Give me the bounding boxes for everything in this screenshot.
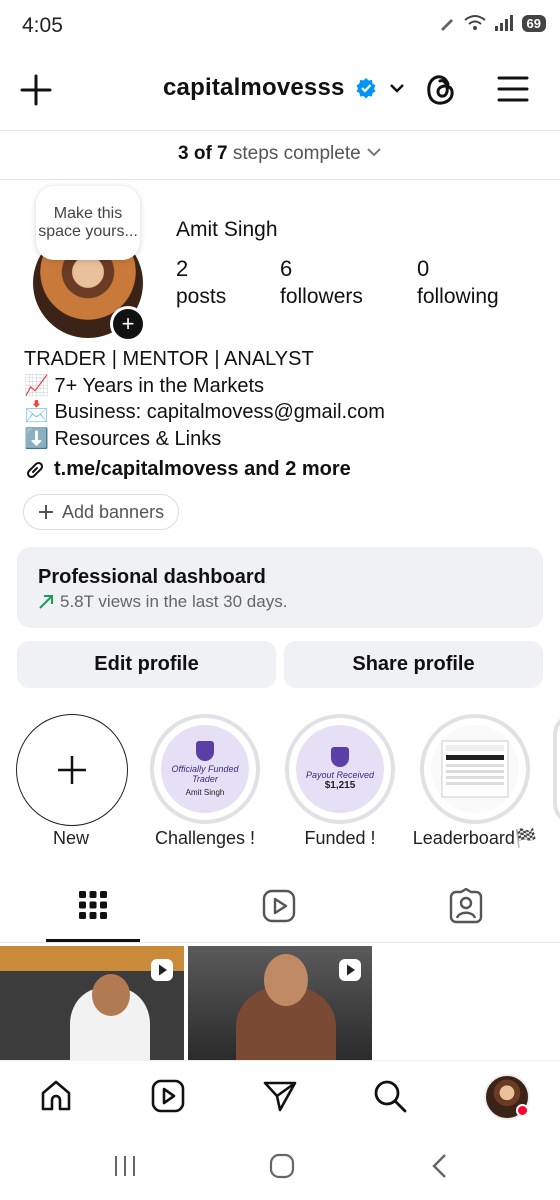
chevron-down-icon — [389, 84, 404, 93]
bio-line: 📈 7+ Years in the Markets — [24, 374, 265, 397]
grid-tab-icon[interactable] — [78, 890, 108, 920]
highlight-challenges[interactable]: Officially Funded Trader Amit Singh — [150, 714, 260, 824]
bio: TRADER | MENTOR | ANALYST 📈 7+ Years in … — [24, 346, 385, 452]
steps-text: steps complete — [232, 143, 361, 164]
reels-icon[interactable] — [150, 1078, 186, 1114]
post-face — [264, 954, 308, 1006]
post-thumbnail[interactable] — [188, 946, 372, 1060]
avatar-tooltip: Make this space yours... — [36, 186, 140, 260]
reels-tab-icon[interactable] — [262, 889, 296, 923]
highlight-cover: Payout Received $1,215 — [296, 725, 384, 813]
bio-link[interactable]: t.me/capitalmovess and 2 more — [24, 458, 351, 481]
stat-label: posts — [176, 285, 227, 308]
stat-following[interactable]: 0 following — [417, 256, 499, 312]
home-button-icon[interactable] — [268, 1152, 296, 1180]
bio-line: TRADER | MENTOR | ANALYST — [24, 348, 314, 370]
edit-profile-button[interactable]: Edit profile — [17, 641, 276, 688]
highlight-label: Leaderboard🏁 — [412, 828, 538, 848]
stat-count: 6 — [280, 256, 293, 281]
bio-line: ⬇️ Resources & Links — [24, 427, 222, 450]
tagged-tab-icon[interactable] — [448, 888, 484, 924]
shield-icon — [196, 741, 214, 761]
username: capitalmovesss — [163, 74, 345, 101]
cover-text: Payout Received — [305, 770, 375, 780]
verified-badge-icon — [356, 78, 376, 99]
reel-icon — [151, 959, 173, 981]
cover-amount: $1,215 — [324, 780, 356, 791]
profile-name: Amit Singh — [176, 218, 278, 241]
link-text: t.me/capitalmovess and 2 more — [54, 458, 351, 480]
create-plus-icon[interactable] — [18, 72, 54, 108]
status-time: 4:05 — [22, 14, 63, 37]
stat-posts[interactable]: 2 posts — [176, 256, 226, 312]
header-divider — [0, 130, 560, 131]
wifi-icon — [463, 15, 486, 30]
back-icon[interactable] — [428, 1152, 452, 1180]
highlight-label: Challenges ! — [154, 828, 256, 848]
search-icon[interactable] — [372, 1078, 408, 1114]
tabs-divider — [0, 942, 560, 943]
recent-apps-icon[interactable] — [112, 1154, 138, 1178]
chevron-down-icon — [367, 148, 381, 157]
cover-text: Officially Funded Trader — [171, 764, 239, 784]
account-switcher[interactable]: capitalmovesss — [163, 74, 407, 102]
signal-icon — [494, 15, 513, 31]
profile-setup-progress[interactable]: 3 of 7 steps complete — [0, 143, 560, 165]
new-highlight-button[interactable] — [16, 714, 128, 826]
dashboard-title: Professional dashboard — [38, 566, 266, 588]
add-banners-button[interactable]: Add banners — [23, 494, 180, 530]
highlight-partial[interactable] — [553, 714, 560, 824]
steps-done: 3 of 7 — [178, 143, 228, 164]
highlight-funded[interactable]: Payout Received $1,215 — [285, 714, 395, 824]
reel-icon — [339, 959, 361, 981]
steps-divider — [0, 179, 560, 180]
home-icon[interactable] — [38, 1078, 74, 1114]
pen-icon — [440, 19, 453, 31]
plus-icon — [39, 505, 53, 519]
highlight-cover — [431, 725, 519, 813]
shield-icon — [331, 747, 349, 767]
stat-label: followers — [280, 285, 363, 308]
stat-followers[interactable]: 6 followers — [280, 256, 363, 312]
dashboard-subtitle: 5.8T views in the last 30 days. — [38, 592, 287, 612]
stat-count: 0 — [417, 256, 430, 281]
post-face — [92, 974, 130, 1016]
menu-icon[interactable] — [496, 74, 530, 104]
highlight-label: Funded ! — [304, 828, 376, 848]
plus-icon — [58, 756, 86, 784]
link-icon — [26, 461, 44, 478]
send-icon[interactable] — [262, 1078, 298, 1114]
post-thumbnail[interactable] — [0, 946, 184, 1060]
highlight-label: New — [52, 828, 89, 848]
trend-up-icon — [39, 595, 53, 609]
highlight-cover: Officially Funded Trader Amit Singh — [161, 725, 249, 813]
stat-count: 2 — [176, 256, 189, 281]
add-banners-label: Add banners — [62, 501, 165, 522]
leaderboard-thumbnail — [441, 740, 509, 798]
cover-name: Amit Singh — [185, 788, 225, 797]
dashboard-views: 5.8T views in the last 30 days. — [60, 592, 288, 611]
status-icons: 69 — [438, 14, 546, 32]
highlight-leaderboard[interactable] — [420, 714, 530, 824]
bio-line: 📩 Business: capitalmovess@gmail.com — [24, 401, 385, 423]
add-story-plus-icon[interactable]: + — [110, 306, 146, 342]
share-profile-button[interactable]: Share profile — [284, 641, 543, 688]
notification-dot — [516, 1104, 529, 1117]
stat-label: following — [417, 285, 499, 308]
threads-icon[interactable] — [424, 72, 458, 108]
battery-indicator: 69 — [521, 14, 546, 32]
